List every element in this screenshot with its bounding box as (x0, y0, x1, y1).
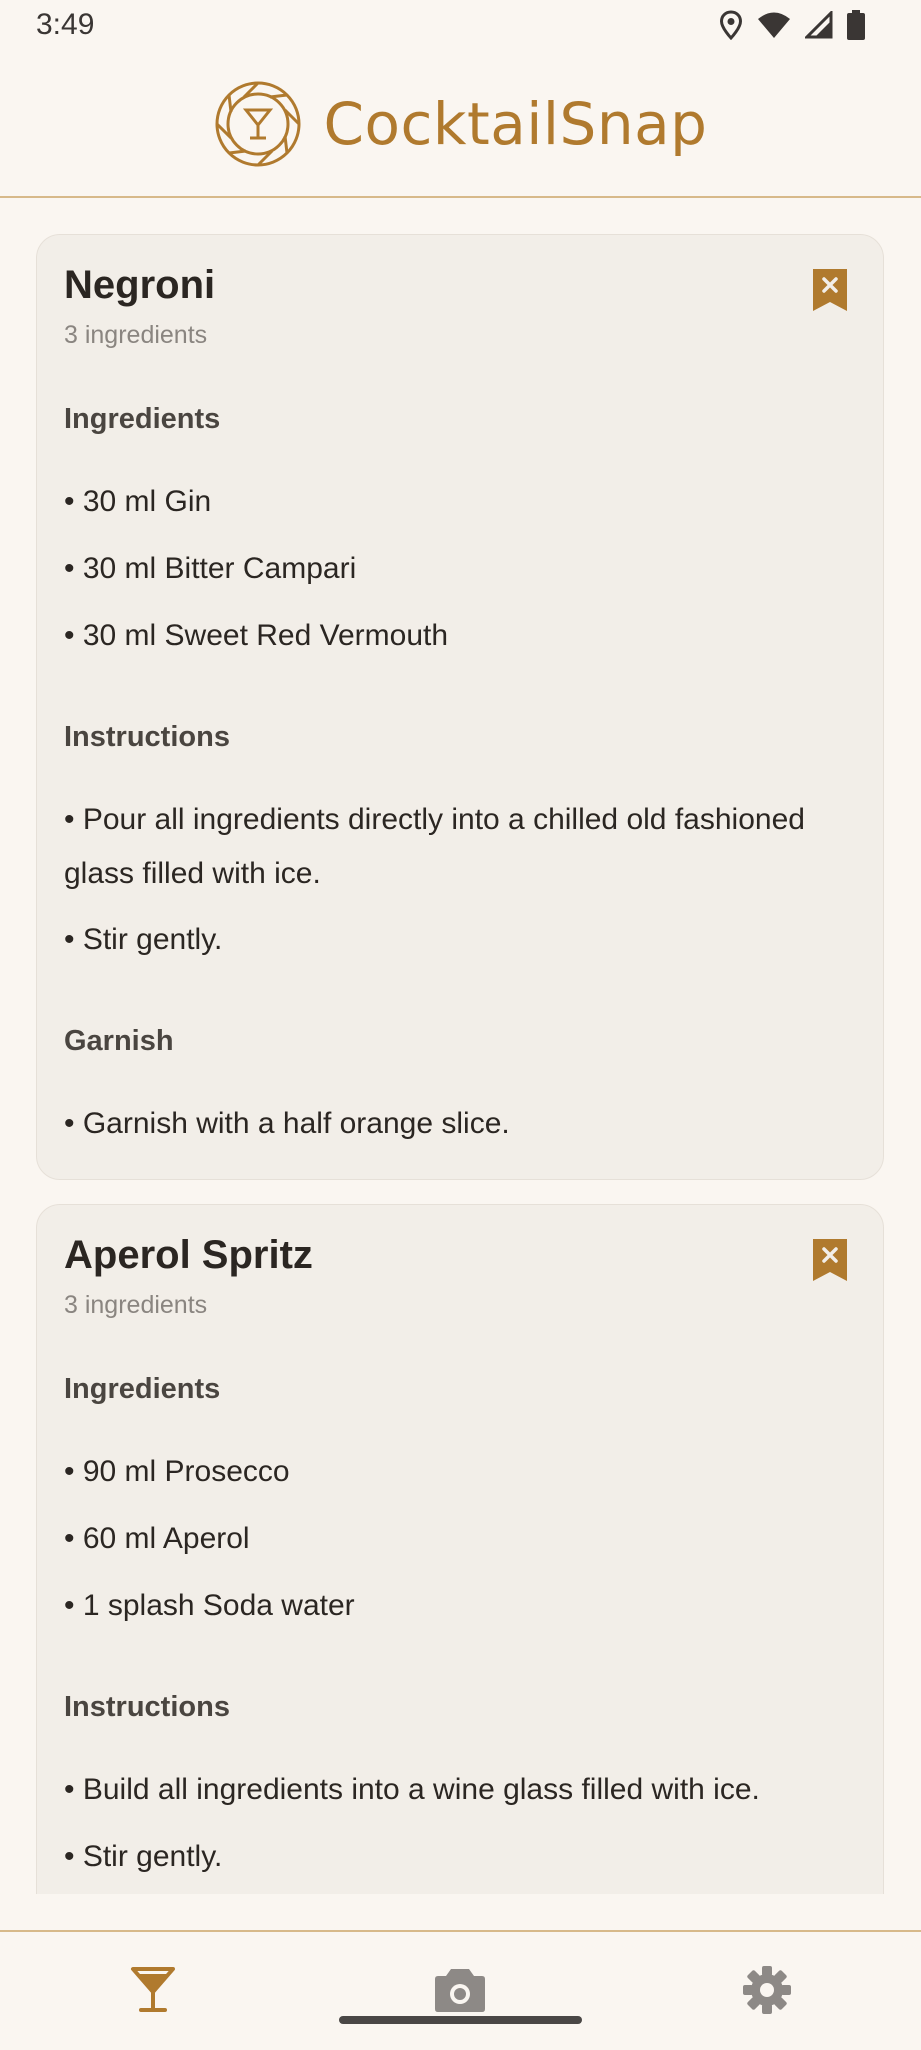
app-title: CocktailSnap (323, 90, 708, 158)
ingredient-count: 3 ingredients (64, 321, 208, 349)
remove-bookmark-icon[interactable] (813, 269, 847, 311)
nav-settings[interactable] (737, 1962, 797, 2018)
nav-cocktails[interactable] (123, 1962, 183, 2018)
ingredient-item: • 30 ml Sweet Red Vermouth (64, 619, 449, 652)
ingredient-item: • 1 splash Soda water (64, 1589, 355, 1622)
ingredient-item: • 30 ml Bitter Campari (64, 552, 357, 585)
ingredients-heading: Ingredients (64, 403, 221, 435)
remove-bookmark-icon[interactable] (813, 1239, 847, 1281)
instruction-item: • Build all ingredients into a wine glas… (64, 1773, 760, 1806)
recipe-list[interactable]: Negroni 3 ingredients Ingredients • 30 m… (0, 198, 921, 1894)
garnish-heading: Garnish (64, 1025, 174, 1057)
status-time: 3:49 (36, 8, 95, 41)
status-bar: 3:49 (0, 0, 921, 52)
recipe-title: Negroni (64, 263, 216, 307)
signal-icon (805, 11, 833, 39)
logo: CocktailSnap (214, 80, 708, 168)
ingredient-item: • 60 ml Aperol (64, 1522, 250, 1555)
instructions-heading: Instructions (64, 721, 230, 753)
instruction-item: • Stir gently. (64, 923, 223, 956)
recipe-card[interactable]: Negroni 3 ingredients Ingredients • 30 m… (36, 234, 884, 1180)
bottom-nav (0, 1930, 921, 2050)
home-indicator[interactable] (339, 2016, 582, 2024)
garnish-item: • Garnish with a half orange slice. (64, 1107, 510, 1140)
instruction-item: • Stir gently. (64, 1840, 223, 1873)
ingredient-item: • 90 ml Prosecco (64, 1455, 290, 1488)
app-header: CocktailSnap (0, 52, 921, 198)
ingredient-item: • 30 ml Gin (64, 485, 212, 518)
instruction-item: • Pour all ingredients directly into a c… (64, 803, 805, 890)
app-logo-icon (215, 81, 301, 167)
status-icons (719, 10, 865, 40)
camera-icon (435, 1969, 485, 2012)
battery-icon (847, 10, 865, 40)
nav-camera[interactable] (430, 1962, 490, 2018)
recipe-card[interactable]: Aperol Spritz 3 ingredients Ingredients … (36, 1204, 884, 1894)
gear-icon (743, 1966, 791, 2014)
cocktail-glass-icon (131, 1967, 175, 2012)
recipe-title: Aperol Spritz (64, 1233, 313, 1277)
ingredients-heading: Ingredients (64, 1373, 221, 1405)
ingredient-count: 3 ingredients (64, 1291, 208, 1319)
wifi-icon (758, 12, 790, 38)
location-icon (719, 10, 743, 40)
instructions-heading: Instructions (64, 1691, 230, 1723)
